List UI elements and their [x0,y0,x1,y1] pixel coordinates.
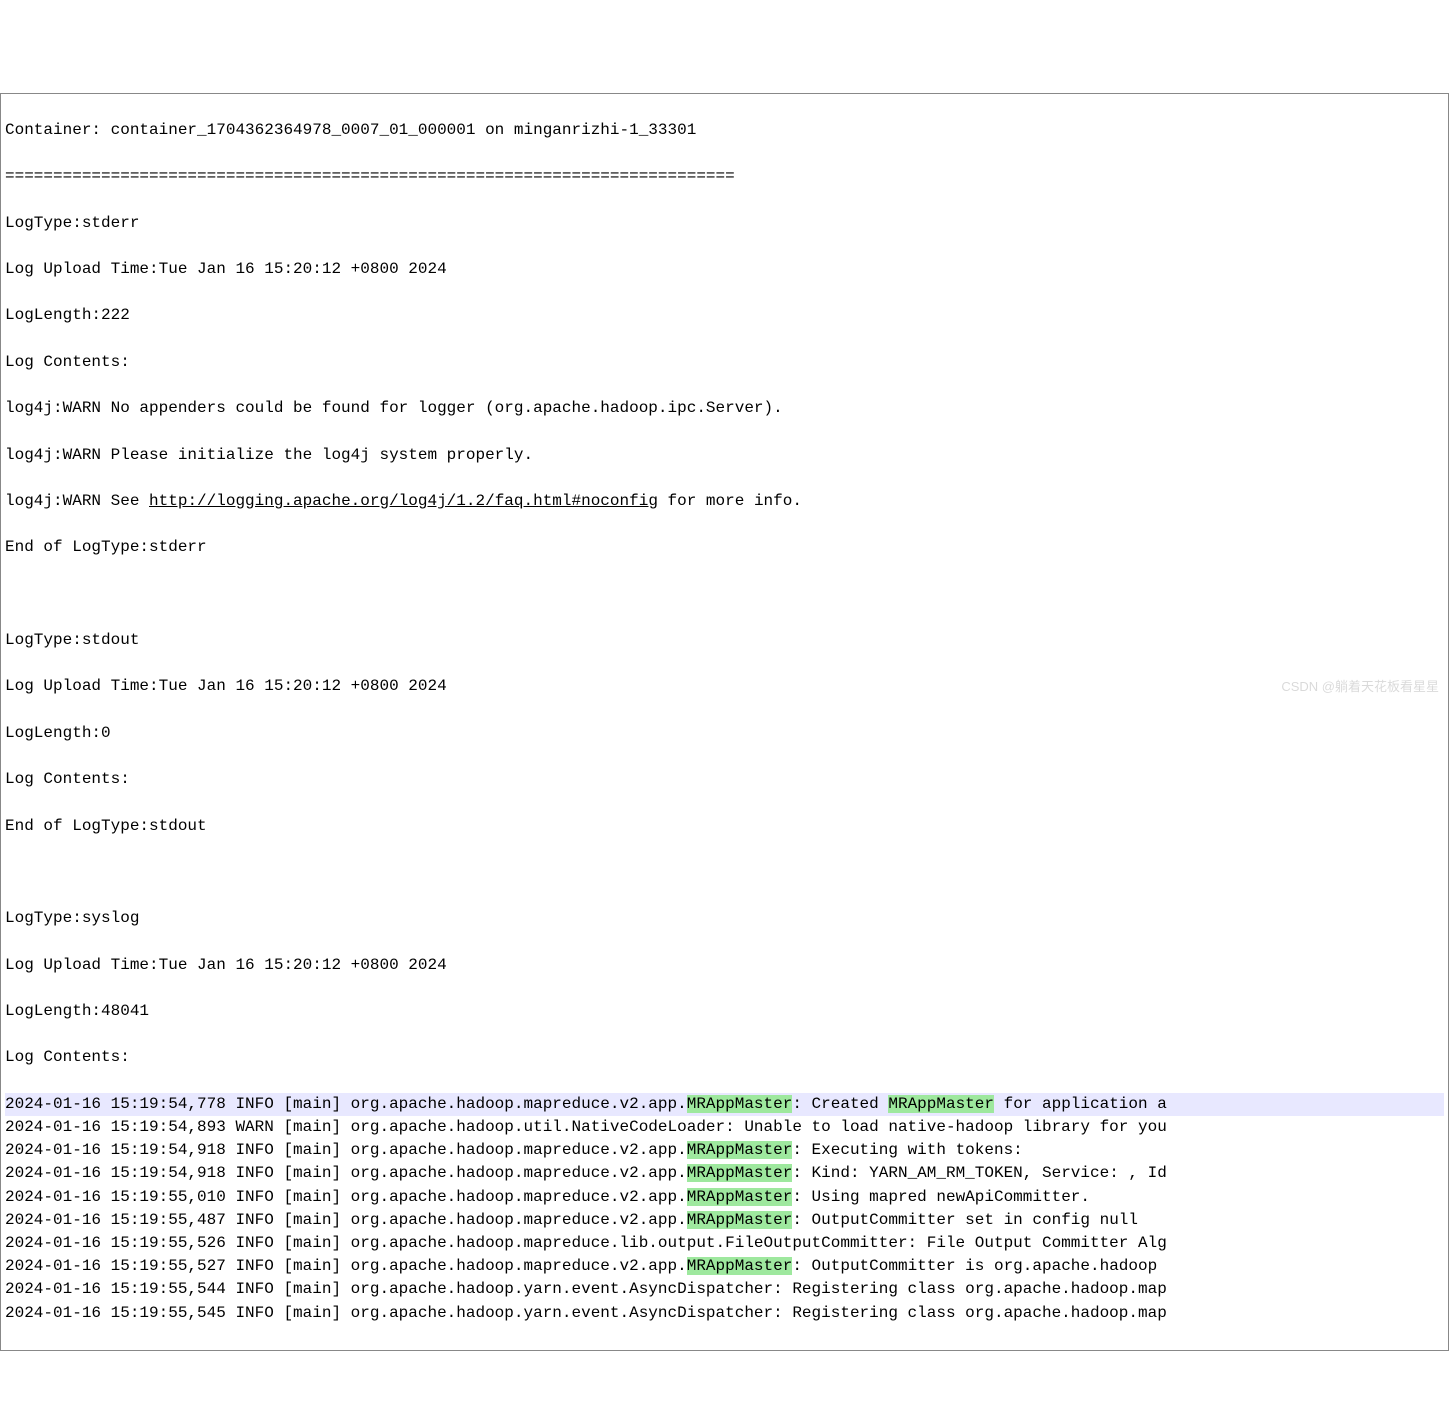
syslog-row: 2024-01-16 15:19:54,778 INFO [main] org.… [5,1093,1444,1116]
highlight-term: MRAppMaster [687,1211,793,1229]
stdout-loglength: LogLength:0 [5,722,1444,745]
divider: ========================================… [5,165,1444,188]
stderr-logcontents: Log Contents: [5,351,1444,374]
syslog-loglength: LogLength:48041 [5,1000,1444,1023]
log-container: Container: container_1704362364978_0007_… [0,93,1449,1351]
container-line: Container: container_1704362364978_0007_… [5,119,1444,142]
highlight-term: MRAppMaster [687,1164,793,1182]
syslog-row: 2024-01-16 15:19:55,545 INFO [main] org.… [5,1302,1444,1325]
syslog-row: 2024-01-16 15:19:54,918 INFO [main] org.… [5,1162,1444,1185]
highlight-term: MRAppMaster [687,1095,793,1113]
stderr-l2: log4j:WARN Please initialize the log4j s… [5,444,1444,467]
highlight-term: MRAppMaster [687,1188,793,1206]
stderr-loglength: LogLength:222 [5,304,1444,327]
stdout-logtype: LogType:stdout [5,629,1444,652]
stderr-end: End of LogType:stderr [5,536,1444,559]
highlight-term: MRAppMaster [687,1141,793,1159]
syslog-row: 2024-01-16 15:19:55,010 INFO [main] org.… [5,1186,1444,1209]
syslog-row: 2024-01-16 15:19:55,527 INFO [main] org.… [5,1255,1444,1278]
blank-2 [5,861,1444,884]
stderr-l3: log4j:WARN See http://logging.apache.org… [5,490,1444,513]
stderr-l3b: for more info. [658,492,802,510]
syslog-row: 2024-01-16 15:19:55,487 INFO [main] org.… [5,1209,1444,1232]
stderr-logtype: LogType:stderr [5,212,1444,235]
stdout-logcontents: Log Contents: [5,768,1444,791]
syslog-row: 2024-01-16 15:19:54,893 WARN [main] org.… [5,1116,1444,1139]
stderr-l3-link[interactable]: http://logging.apache.org/log4j/1.2/faq.… [149,492,658,510]
blank-1 [5,583,1444,606]
stdout-uploadtime: Log Upload Time:Tue Jan 16 15:20:12 +080… [5,675,1444,698]
syslog-rows: 2024-01-16 15:19:54,778 INFO [main] org.… [5,1093,1444,1325]
stderr-l1: log4j:WARN No appenders could be found f… [5,397,1444,420]
syslog-row: 2024-01-16 15:19:55,526 INFO [main] org.… [5,1232,1444,1255]
stderr-l3a: log4j:WARN See [5,492,149,510]
highlight-term: MRAppMaster [687,1257,793,1275]
syslog-row: 2024-01-16 15:19:55,544 INFO [main] org.… [5,1278,1444,1301]
syslog-row: 2024-01-16 15:19:54,918 INFO [main] org.… [5,1139,1444,1162]
syslog-logcontents: Log Contents: [5,1046,1444,1069]
stdout-end: End of LogType:stdout [5,815,1444,838]
syslog-logtype: LogType:syslog [5,907,1444,930]
stderr-uploadtime: Log Upload Time:Tue Jan 16 15:20:12 +080… [5,258,1444,281]
highlight-term: MRAppMaster [888,1095,994,1113]
syslog-uploadtime: Log Upload Time:Tue Jan 16 15:20:12 +080… [5,954,1444,977]
